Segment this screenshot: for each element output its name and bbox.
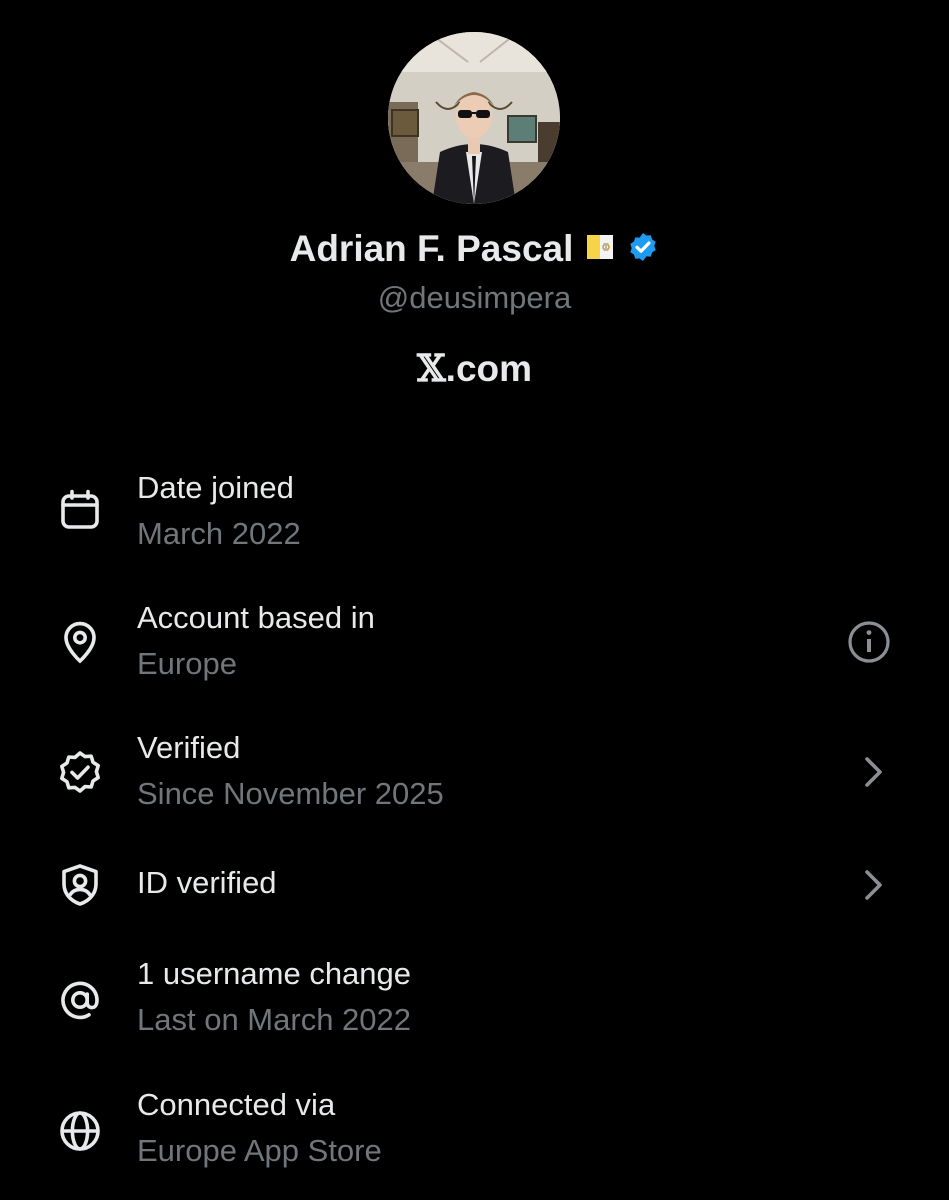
row-title: Verified [137, 730, 241, 765]
row-title: ID verified [137, 865, 277, 900]
row-subtitle: Last on March 2022 [137, 1002, 412, 1037]
info-row-verified[interactable]: Verified Since November 2025 [0, 730, 949, 830]
calendar-icon [56, 486, 104, 534]
location-pin-icon [56, 618, 104, 666]
username-handle: @deusimpera [377, 280, 572, 315]
verified-badge-outline-icon [56, 748, 104, 796]
info-icon[interactable] [845, 618, 893, 666]
x-logo: 𝕏 [416, 346, 446, 390]
info-row-account-based-in: Account based in Europe [0, 600, 949, 700]
info-row-date-joined: Date joined March 2022 [0, 470, 949, 570]
row-title: Date joined [137, 470, 294, 505]
chevron-right-icon[interactable] [848, 861, 896, 909]
display-name: Adrian F. Pascal [289, 228, 574, 269]
row-title: 1 username change [137, 956, 412, 991]
row-subtitle: Europe App Store [137, 1133, 382, 1168]
chevron-right-icon[interactable] [848, 748, 896, 796]
avatar[interactable] [388, 32, 560, 204]
row-subtitle: March 2022 [137, 516, 301, 551]
profile-name-row: Adrian F. Pascal [0, 228, 949, 270]
globe-icon [56, 1107, 104, 1155]
verified-badge-icon[interactable] [627, 231, 659, 268]
row-subtitle: Since November 2025 [137, 776, 444, 811]
site-domain: .com [445, 348, 533, 389]
row-subtitle: Europe [137, 646, 237, 681]
row-title: Account based in [137, 600, 375, 635]
avatar-photo [388, 32, 560, 204]
info-row-username-change: 1 username change Last on March 2022 [0, 956, 949, 1056]
info-row-id-verified[interactable]: ID verified [0, 864, 949, 925]
vatican-flag-icon [587, 233, 614, 266]
row-title: Connected via [137, 1087, 336, 1122]
info-row-connected-via: Connected via Europe App Store [0, 1087, 949, 1187]
shield-user-icon [56, 861, 104, 909]
at-sign-icon [56, 976, 104, 1024]
site-label: 𝕏.com [0, 346, 949, 390]
